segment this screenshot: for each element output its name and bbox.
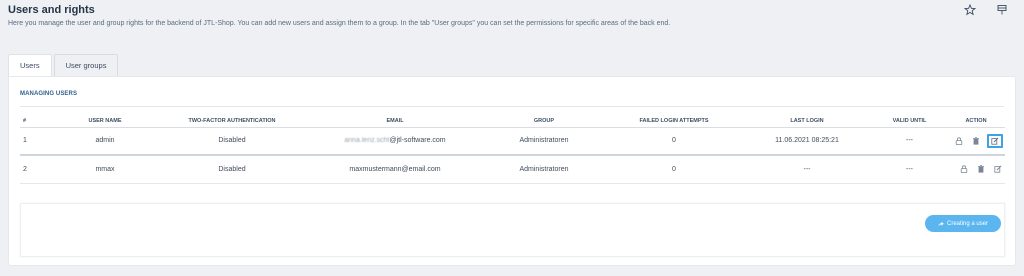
cell-two-factor: Disabled xyxy=(156,155,308,184)
cell-email: maxmustermann@email.com xyxy=(308,155,482,184)
users-panel: MANAGING USERS # USER NAME TWO-FACTOR AU… xyxy=(8,76,1016,266)
cell-valid-until: --- xyxy=(872,127,947,156)
cell-group: Administratoren xyxy=(482,155,606,184)
cell-actions xyxy=(947,155,1005,184)
cell-last-login: 11.06.2021 08:25:21 xyxy=(742,127,872,156)
email-domain: @jtl-software.com xyxy=(389,137,446,145)
cell-number: 2 xyxy=(20,155,54,184)
share-arrow-icon xyxy=(938,221,944,226)
tab-users[interactable]: Users xyxy=(8,54,52,76)
page-title: Users and rights xyxy=(8,4,95,16)
lock-icon[interactable] xyxy=(953,135,964,146)
cell-failed-logins: 0 xyxy=(606,127,742,156)
create-user-button[interactable]: Creating a user xyxy=(925,215,1001,232)
cell-valid-until: --- xyxy=(872,155,947,184)
cell-failed-logins: 0 xyxy=(606,155,742,184)
cell-group: Administratoren xyxy=(482,127,606,156)
column-header-failed-logins: FAILED LOGIN ATTEMPTS xyxy=(606,115,742,128)
column-header-valid-until: VALID UNTIL xyxy=(872,115,947,128)
tab-bar: Users User groups xyxy=(8,54,119,76)
cell-email: anna.lenz.scht@jtl-software.com xyxy=(308,127,482,156)
column-header-last-login: LAST LOGIN xyxy=(742,115,872,128)
tab-user-groups[interactable]: User groups xyxy=(53,54,119,76)
cell-number: 1 xyxy=(20,127,54,156)
column-header-username: USER NAME xyxy=(54,115,156,128)
trash-icon[interactable] xyxy=(975,164,986,175)
table-row: 2 mmax Disabled maxmustermann@email.com … xyxy=(20,155,1005,184)
star-icon[interactable] xyxy=(964,4,976,16)
cell-username: mmax xyxy=(54,155,156,184)
edit-icon[interactable] xyxy=(987,133,1003,148)
section-title: MANAGING USERS xyxy=(20,91,78,97)
column-header-group: GROUP xyxy=(482,115,606,128)
pin-icon[interactable] xyxy=(996,4,1008,16)
cell-last-login: --- xyxy=(742,155,872,184)
section-divider xyxy=(20,106,1004,107)
trash-icon[interactable] xyxy=(970,135,981,146)
header-icons xyxy=(964,4,1008,16)
create-user-label: Creating a user xyxy=(946,220,989,227)
edit-icon[interactable] xyxy=(992,164,1003,175)
email-redacted-prefix: anna.lenz.scht xyxy=(344,137,390,145)
users-table: # USER NAME TWO-FACTOR AUTHENTICATION EM… xyxy=(20,115,1005,184)
page-description: Here you manage the user and group right… xyxy=(8,20,671,27)
lock-icon[interactable] xyxy=(958,164,969,175)
cell-two-factor: Disabled xyxy=(156,127,308,156)
column-header-email: EMAIL xyxy=(308,115,482,128)
column-header-two-factor: TWO-FACTOR AUTHENTICATION xyxy=(156,115,308,128)
cell-actions xyxy=(947,127,1005,156)
table-row: 1 admin Disabled anna.lenz.scht@jtl-soft… xyxy=(20,127,1005,156)
column-header-action: ACTION xyxy=(947,115,1005,128)
column-header-number: # xyxy=(20,115,54,128)
cell-username: admin xyxy=(54,127,156,156)
table-footer: Creating a user xyxy=(20,203,1005,257)
table-header-row: # USER NAME TWO-FACTOR AUTHENTICATION EM… xyxy=(20,115,1005,128)
